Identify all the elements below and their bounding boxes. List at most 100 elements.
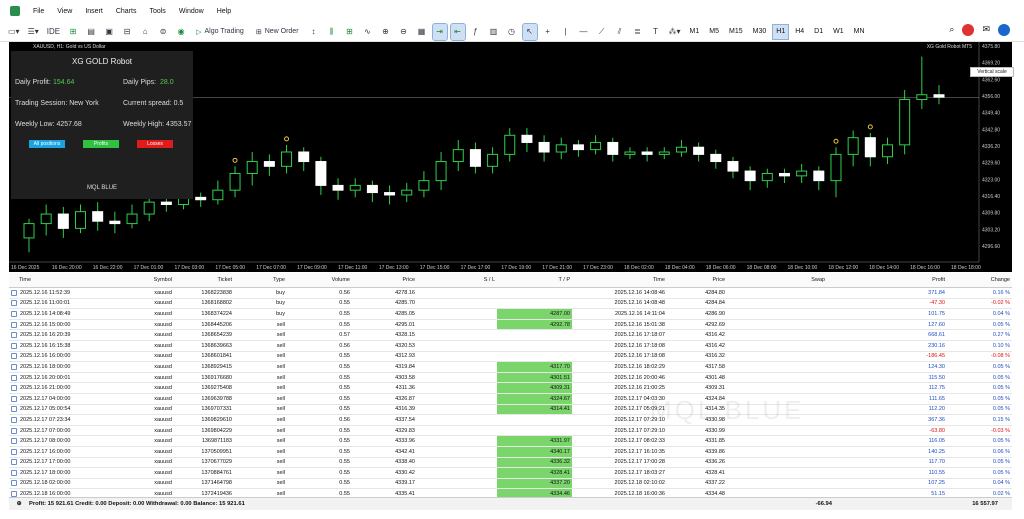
one-click-trading-icon[interactable]: ↕ xyxy=(307,24,321,40)
header-tp[interactable]: T / P xyxy=(497,273,572,287)
candle xyxy=(607,141,619,155)
tester-icon[interactable]: ⊟ xyxy=(120,24,134,40)
terminal-icon[interactable]: ▣ xyxy=(102,24,116,40)
cell-change: -0.02 % xyxy=(991,300,1010,307)
cell-ticket: 1370884761 xyxy=(201,469,232,476)
table-row[interactable]: 2025.12.17 18:00:00 xauusd 1370884761 sell 0… xyxy=(9,468,1012,479)
menu-view[interactable]: View xyxy=(57,8,72,15)
new-chart-icon[interactable]: ▭▾ xyxy=(6,24,22,40)
cell-volume: 0.55 xyxy=(339,459,350,466)
candlestick-icon[interactable]: ⊞ xyxy=(343,24,357,40)
zoom-out-icon[interactable]: ⊖ xyxy=(397,24,411,40)
timeframe-m1[interactable]: M1 xyxy=(687,25,703,39)
timeframe-m5[interactable]: M5 xyxy=(706,25,722,39)
header-symbol[interactable]: Symbol xyxy=(99,273,174,287)
shapes-icon[interactable]: ⁂▾ xyxy=(667,24,683,40)
header-type[interactable]: Type xyxy=(234,273,287,287)
header-swap[interactable]: Swap xyxy=(727,273,827,287)
new-order-button[interactable]: ⊞ New Order xyxy=(252,24,303,40)
cell-sl xyxy=(417,394,497,404)
menu-file[interactable]: File xyxy=(33,8,44,15)
header-sl[interactable]: S / L xyxy=(417,273,497,287)
table-row[interactable]: 2025.12.17 07:00:00 xauusd 1369804229 sell 0… xyxy=(9,426,1012,437)
menu-tools[interactable]: Tools xyxy=(149,8,165,15)
crosshair-icon[interactable]: + xyxy=(541,24,555,40)
header-volume[interactable]: Volume xyxy=(287,273,352,287)
vps-icon[interactable]: ◉ xyxy=(174,24,188,40)
vertical-line-icon[interactable]: | xyxy=(559,24,573,40)
cell-volume: 0.55 xyxy=(339,353,350,360)
line-chart-icon[interactable]: ∿ xyxy=(361,24,375,40)
order-icon xyxy=(11,321,17,328)
chart-shift-icon[interactable]: ⇤ xyxy=(449,22,466,41)
chat-icon[interactable]: ✉ xyxy=(982,24,990,36)
header-close-price[interactable]: Price xyxy=(667,273,727,287)
navigator-icon[interactable]: ▤ xyxy=(84,24,98,40)
table-row[interactable]: 2025.12.16 11:52:39 xauusd 1368223838 buy 0.… xyxy=(9,288,1012,299)
table-row[interactable]: 2025.12.17 07:23:34 xauusd 1369829610 sell 0… xyxy=(9,415,1012,426)
period-icon[interactable]: ◷ xyxy=(505,24,519,40)
ide-icon[interactable]: IDE xyxy=(45,24,62,40)
table-row[interactable]: 2025.12.17 17:00:00 xauusd 1370677029 sell 0… xyxy=(9,457,1012,469)
algo-trading-button[interactable]: ▷ Algo Trading xyxy=(192,24,248,40)
table-row[interactable]: 2025.12.17 05:00:54 xauusd 1369707331 sell 0… xyxy=(9,404,1012,416)
table-row[interactable]: 2025.12.17 04:00:00 xauusd 1369639788 sell 0… xyxy=(9,393,1012,405)
search-icon[interactable]: ⌕ xyxy=(949,24,954,36)
tile-windows-icon[interactable]: ▦ xyxy=(415,24,429,40)
menu-insert[interactable]: Insert xyxy=(85,8,103,15)
losses-button[interactable]: Losses xyxy=(137,140,173,148)
profiles-icon[interactable]: ☰▾ xyxy=(26,24,41,40)
table-row[interactable]: 2025.12.16 18:00:00 xauusd 1368929415 sell 0… xyxy=(9,362,1012,373)
account-icon[interactable] xyxy=(998,24,1010,36)
timeframe-d1[interactable]: D1 xyxy=(811,25,826,39)
table-row[interactable]: 2025.12.16 16:00:00 xauusd 1368601841 sell 0… xyxy=(9,352,1012,363)
table-row[interactable]: 2025.12.16 15:00:00 xauusd 1368445206 sell 0… xyxy=(9,319,1012,331)
templates-icon[interactable]: ▥ xyxy=(487,24,501,40)
signals-icon[interactable]: ⊜ xyxy=(156,24,170,40)
menu-help[interactable]: Help xyxy=(217,8,231,15)
table-row[interactable]: 2025.12.16 14:08:49 xauusd 1368374224 buy 0.… xyxy=(9,309,1012,320)
cell-ticket: 1368601841 xyxy=(201,353,232,360)
trend-line-icon[interactable]: ⟋ xyxy=(595,24,609,40)
timeframe-h1[interactable]: H1 xyxy=(772,23,790,40)
price-chart[interactable]: 4375.80 4369.20 4362.60 4356.00 4349.40 4342.… xyxy=(9,42,1012,272)
timeframe-mn[interactable]: MN xyxy=(851,25,868,39)
cell-close-price: 4328.41 xyxy=(705,469,725,476)
all-positions-button[interactable]: All positions xyxy=(29,140,65,148)
zoom-in-icon[interactable]: ⊕ xyxy=(379,24,393,40)
fibonacci-icon[interactable]: ≣ xyxy=(631,24,645,40)
header-profit[interactable]: Profit xyxy=(827,273,947,287)
market-watch-icon[interactable]: ⊞ xyxy=(66,24,80,40)
bar-chart-icon[interactable]: ⫼ xyxy=(325,24,339,40)
header-price[interactable]: Price xyxy=(352,273,417,287)
market-icon[interactable]: ⌂ xyxy=(138,24,152,40)
table-row[interactable]: 2025.12.16 21:00:00 xauusd 1369275408 sell 0… xyxy=(9,383,1012,394)
table-row[interactable]: 2025.12.18 02:00:00 xauusd 1371464798 sell 0… xyxy=(9,478,1012,490)
menu-window[interactable]: Window xyxy=(179,8,204,15)
timeframe-h4[interactable]: H4 xyxy=(792,25,807,39)
cell-close-time: 2025.12.16 17:18:08 xyxy=(614,342,665,349)
header-ticket[interactable]: Ticket xyxy=(174,273,234,287)
notifications-icon[interactable] xyxy=(962,24,975,36)
timeframe-m30[interactable]: M30 xyxy=(750,25,770,39)
table-row[interactable]: 2025.12.16 20:00:01 xauusd 1369176680 sell 0… xyxy=(9,372,1012,384)
table-row[interactable]: 2025.12.17 16:00:00 xauusd 1370509951 sell 0… xyxy=(9,446,1012,458)
timeframe-m15[interactable]: M15 xyxy=(726,25,746,39)
table-row[interactable]: 2025.12.16 11:00:01 xauusd 1368168802 buy 0.… xyxy=(9,299,1012,310)
header-change[interactable]: Change xyxy=(947,273,1012,287)
cursor-icon[interactable]: ↖ xyxy=(521,22,538,41)
indicators-icon[interactable]: ƒ xyxy=(469,24,483,40)
header-time[interactable]: Time xyxy=(9,273,99,287)
horizontal-line-icon[interactable]: — xyxy=(577,24,591,40)
channel-icon[interactable]: ⫽ xyxy=(613,24,627,40)
table-row[interactable]: 2025.12.16 16:15:38 xauusd 1368639663 sell 0… xyxy=(9,341,1012,352)
auto-scroll-icon[interactable]: ⇥ xyxy=(431,22,448,41)
cell-type: sell xyxy=(276,448,285,455)
table-row[interactable]: 2025.12.16 16:20:39 xauusd 1368654239 sell 0… xyxy=(9,330,1012,341)
profits-button[interactable]: Profits xyxy=(83,140,119,148)
menu-charts[interactable]: Charts xyxy=(116,8,137,15)
timeframe-w1[interactable]: W1 xyxy=(830,25,847,39)
text-icon[interactable]: T xyxy=(649,24,663,40)
table-row[interactable]: 2025.12.17 08:00:00 xauusd 1369871183 sell 0… xyxy=(9,436,1012,447)
header-close-time[interactable]: Time xyxy=(572,273,667,287)
